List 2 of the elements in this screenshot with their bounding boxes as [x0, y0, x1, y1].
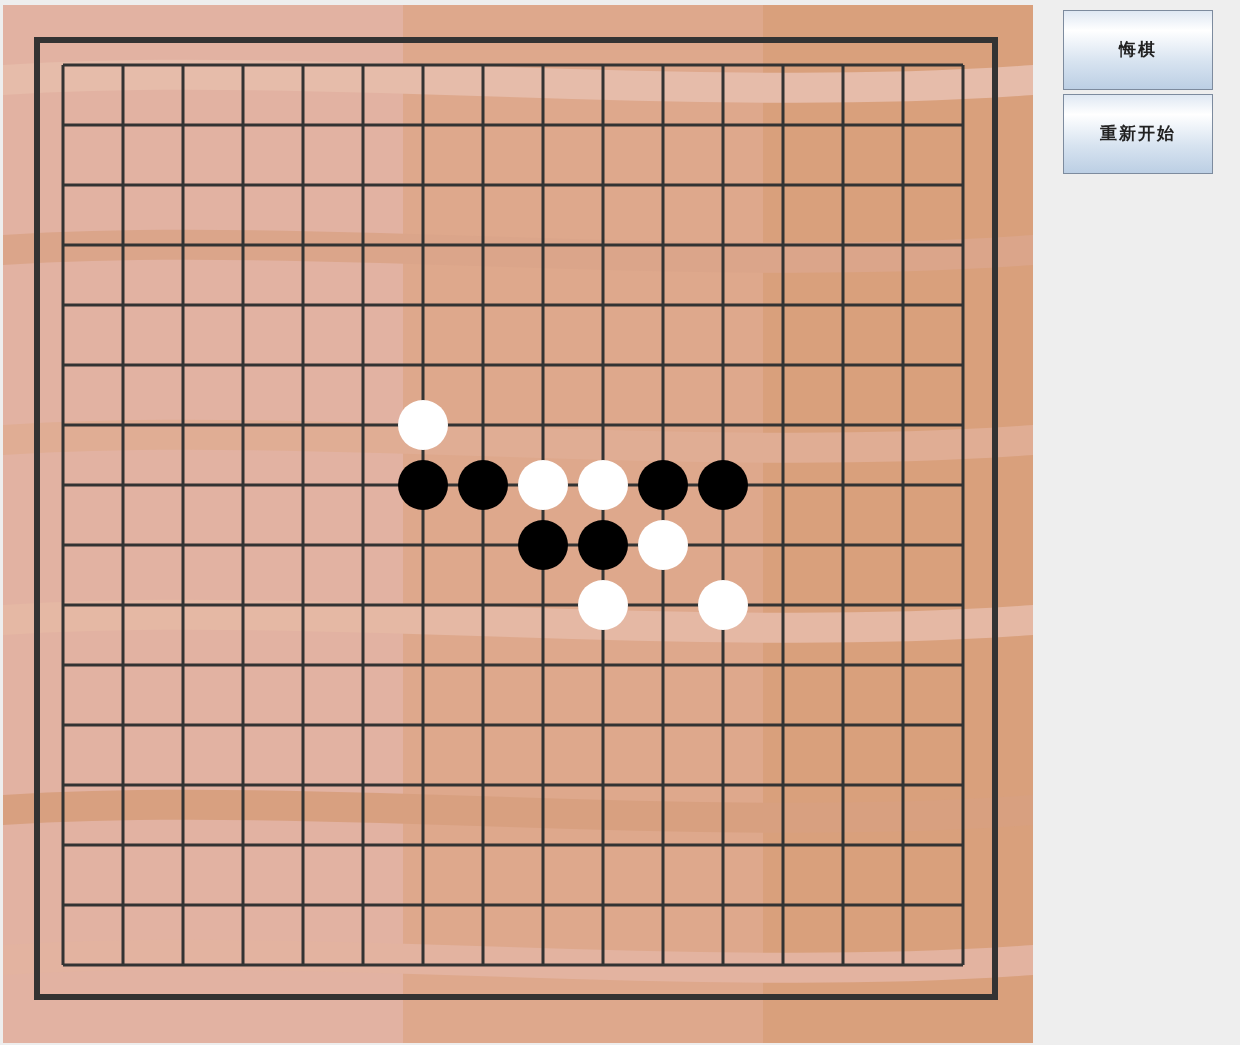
game-button[interactable]: 悔棋 [1063, 10, 1213, 90]
game-button[interactable]: 重新开始 [1063, 94, 1213, 174]
